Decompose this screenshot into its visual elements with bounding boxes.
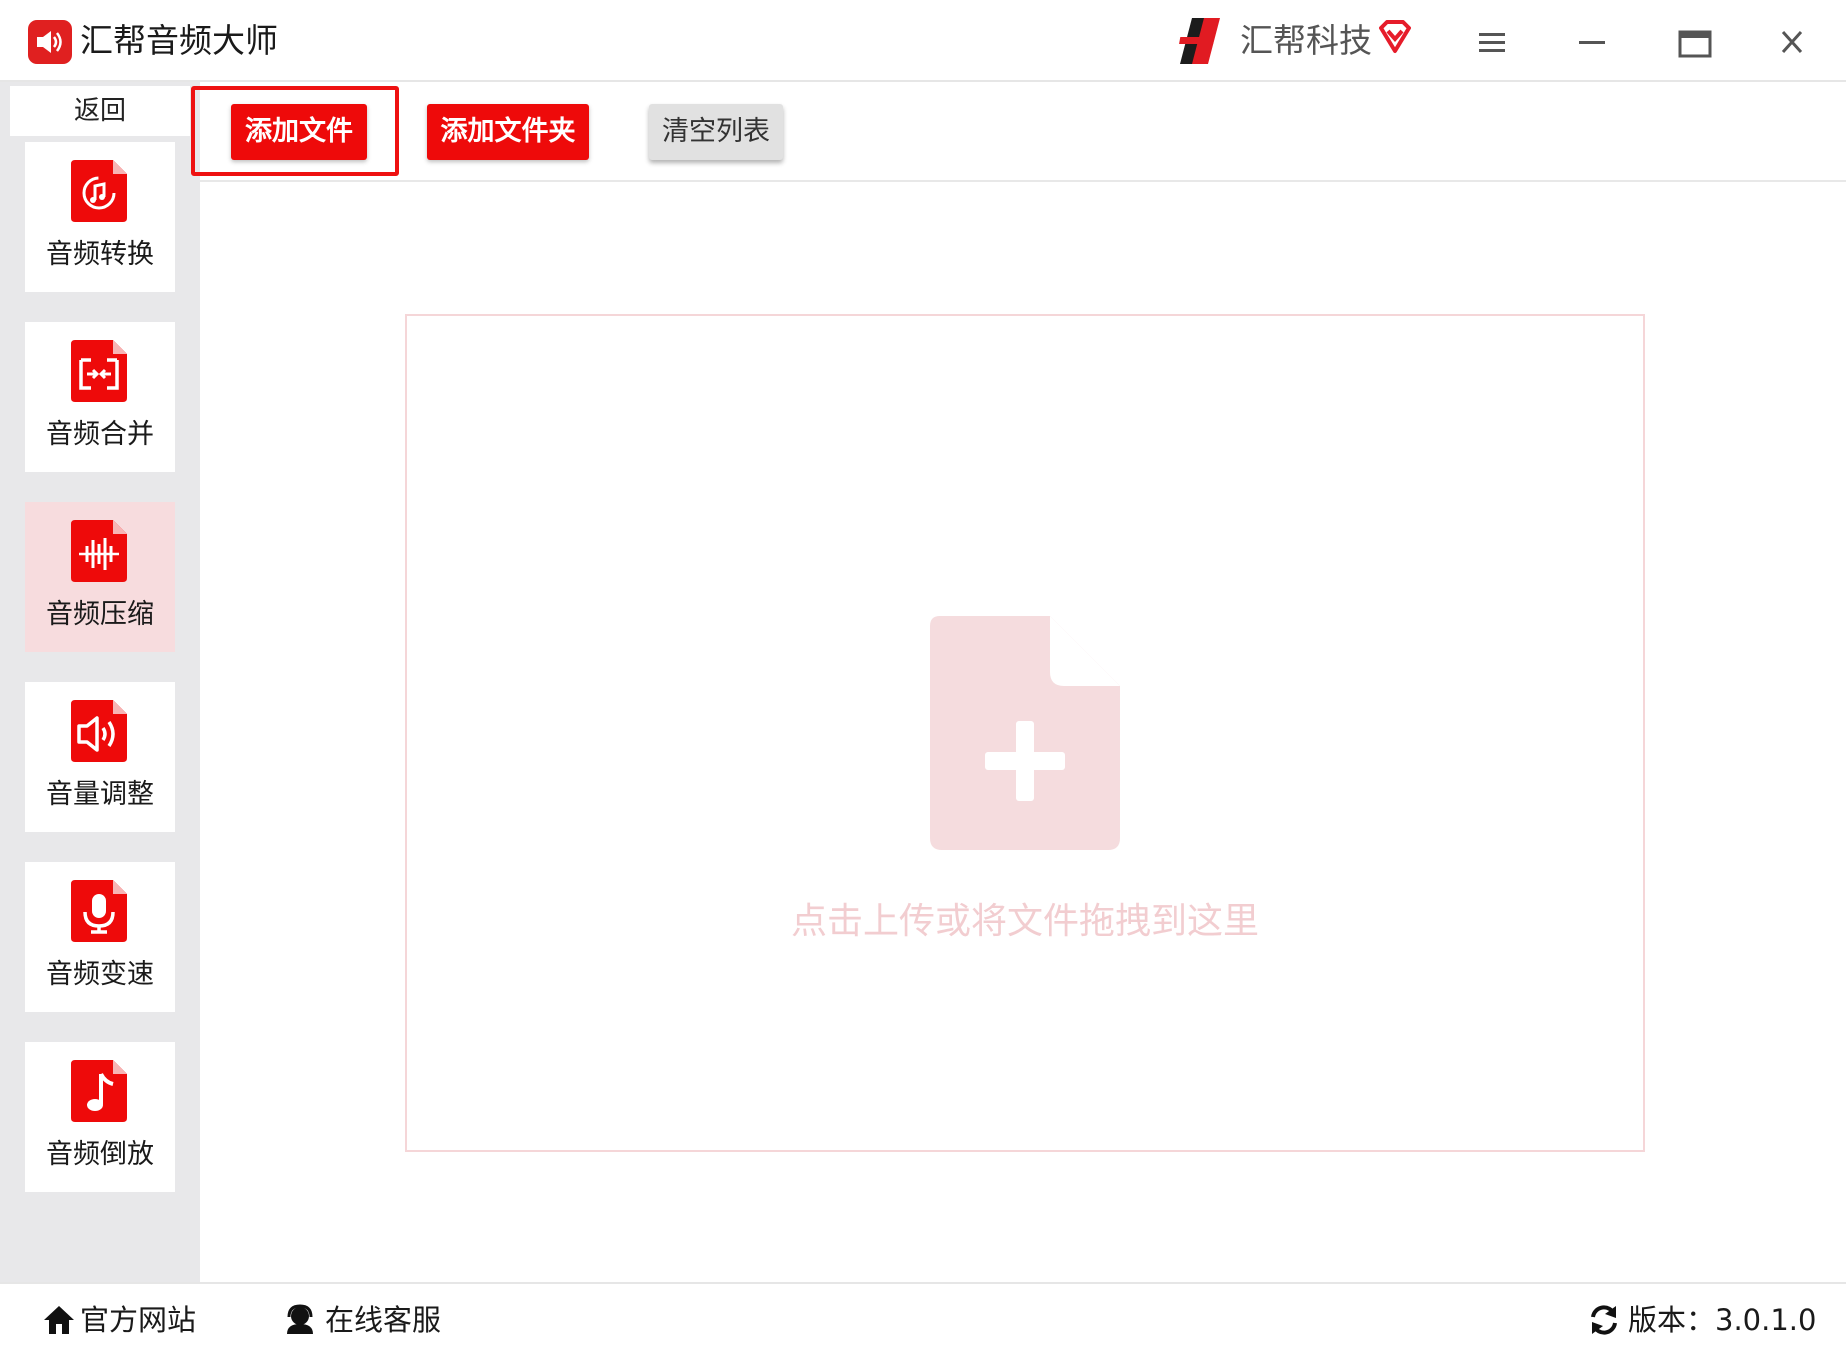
refresh-icon (1591, 1305, 1617, 1335)
audio-compress-icon (71, 520, 127, 582)
brand-name: 汇帮科技 (1240, 21, 1372, 60)
official-website-link[interactable]: 官方网站 (42, 1300, 202, 1340)
menu-icon[interactable] (1466, 18, 1516, 66)
sidebar-item-label: 音频变速 (46, 959, 154, 990)
file-add-icon[interactable] (930, 616, 1120, 850)
sidebar-item-label: 音频倒放 (46, 1139, 154, 1170)
drop-hint-text: 点击上传或将文件拖拽到这里 (790, 901, 1259, 942)
close-icon[interactable] (1766, 18, 1816, 66)
add-file-button[interactable]: 添加文件 (231, 104, 367, 160)
audio-merge-icon (71, 340, 127, 402)
app-logo-icon (28, 20, 72, 64)
music-note-icon (71, 1060, 127, 1122)
title-bar: 汇帮音频大师 汇帮科技 (0, 0, 1846, 82)
version-label: 版本：3.0.1.0 (1628, 1303, 1817, 1337)
clear-list-button[interactable]: 清空列表 (649, 104, 783, 160)
maximize-icon[interactable] (1666, 18, 1716, 66)
sidebar-item-label: 音量调整 (46, 779, 154, 810)
online-support-label: 在线客服 (325, 1303, 442, 1337)
minimize-icon[interactable] (1566, 18, 1616, 66)
sidebar-item-volume-adjust[interactable]: 音量调整 (25, 682, 175, 832)
official-website-label: 官方网站 (80, 1303, 197, 1337)
online-support-link[interactable]: 在线客服 (283, 1300, 453, 1340)
back-button[interactable]: 返回 (10, 86, 190, 136)
sidebar-item-audio-merge[interactable]: 音频合并 (25, 322, 175, 472)
sidebar-item-audio-speed[interactable]: 音频变速 (25, 862, 175, 1012)
sidebar-item-label: 音频转换 (46, 239, 154, 270)
sidebar: 返回 音频转换 音频合并 音频压缩 音量调整 音频变速 音频倒放 (0, 82, 200, 1282)
home-icon (44, 1306, 74, 1334)
microphone-icon (71, 880, 127, 942)
sidebar-item-label: 音频合并 (46, 419, 154, 450)
status-bar: 官方网站 在线客服 版本：3.0.1.0 (0, 1282, 1846, 1352)
audio-convert-icon (71, 160, 127, 222)
vip-diamond-icon[interactable] (1377, 20, 1413, 58)
sidebar-item-audio-convert[interactable]: 音频转换 (25, 142, 175, 292)
sidebar-item-label: 音频压缩 (46, 599, 154, 630)
volume-adjust-icon (71, 700, 127, 762)
sidebar-item-audio-reverse[interactable]: 音频倒放 (25, 1042, 175, 1192)
app-title: 汇帮音频大师 (80, 21, 278, 60)
brand-logo-icon (1178, 16, 1224, 66)
support-agent-icon (287, 1304, 313, 1334)
add-folder-button[interactable]: 添加文件夹 (427, 104, 589, 160)
version-info[interactable]: 版本：3.0.1.0 (1588, 1300, 1816, 1340)
sidebar-item-audio-compress[interactable]: 音频压缩 (25, 502, 175, 652)
